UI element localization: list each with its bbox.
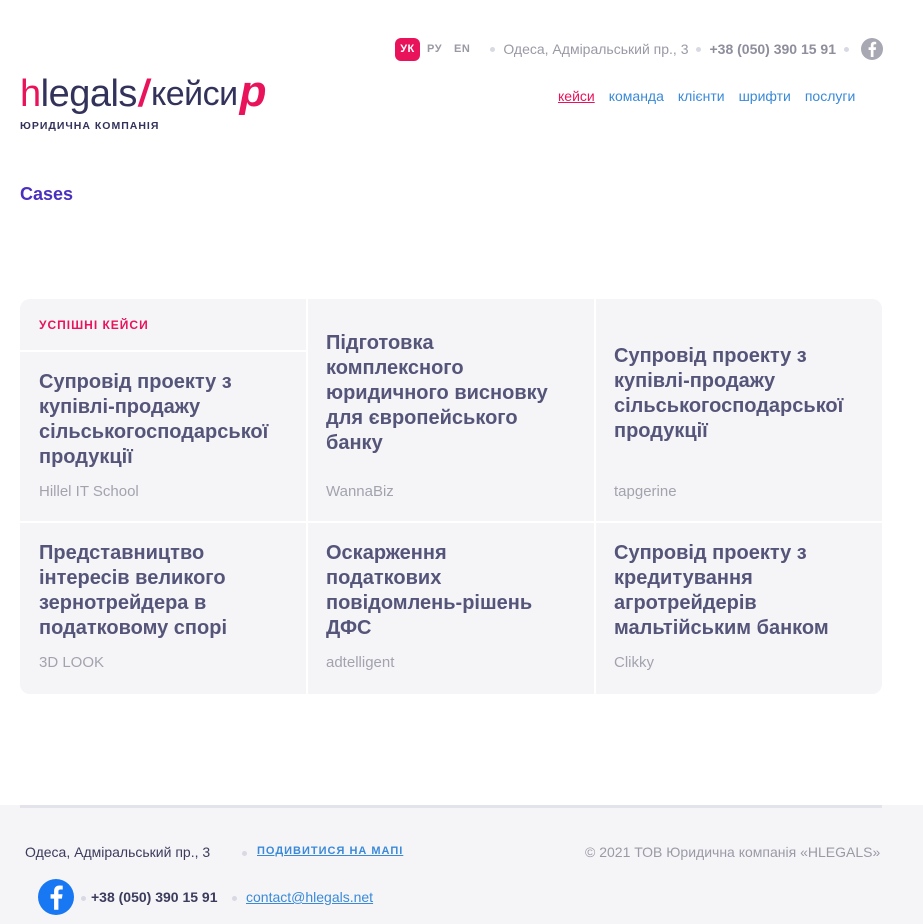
logo-legals: legals	[40, 73, 138, 115]
top-bar: УК РУ EN Одеса, Адміральський пр., 3 +38…	[395, 37, 883, 61]
case-client: Clikky	[614, 654, 654, 671]
logo-h: h	[20, 73, 41, 115]
case-title[interactable]: Супровід проекту з купівлі-продажу сільс…	[39, 370, 294, 470]
nav-cases[interactable]: кейси	[558, 88, 595, 104]
case-title[interactable]: Представництво інтересів великого зернот…	[39, 541, 269, 641]
separator-dot	[81, 896, 86, 901]
cases-grid: УСПІШНІ КЕЙСИ Супровід проекту з купівлі…	[20, 299, 882, 694]
footer-email[interactable]: contact@hlegals.net	[246, 889, 373, 905]
case-title[interactable]: Оскарження податкових повідомлень-рішень…	[326, 541, 561, 641]
nav-services[interactable]: послуги	[805, 88, 855, 104]
logo-slash: /	[135, 73, 152, 115]
case-client: adtelligent	[326, 654, 395, 671]
case-card[interactable]: Супровід проекту з купівлі-продажу сільс…	[20, 352, 306, 521]
logo-p-mark: p	[239, 67, 267, 116]
separator-dot	[843, 46, 849, 52]
facebook-icon[interactable]	[860, 38, 883, 60]
header-phone[interactable]: +38 (050) 390 15 91	[709, 41, 836, 57]
case-title[interactable]: Супровід проекту з купівлі-продажу сільс…	[614, 344, 869, 444]
page-title: Cases	[20, 184, 74, 204]
lang-en[interactable]: EN	[454, 43, 470, 55]
case-title[interactable]: Супровід проекту з кредитування агротрей…	[614, 541, 859, 641]
separator-dot	[242, 851, 247, 856]
footer-divider	[20, 805, 882, 808]
copyright: © 2021 ТОВ Юридична компанія «HLEGALS»	[585, 844, 881, 860]
lang-uk[interactable]: УК	[395, 37, 420, 61]
lang-ru[interactable]: РУ	[427, 43, 442, 55]
site-logo[interactable]: h legals / кейси p ЮРИДИЧНА КОМПАНІЯ	[20, 67, 267, 133]
nav-team[interactable]: команда	[609, 88, 664, 104]
main-nav: кейси команда клієнти шрифти послуги	[558, 88, 869, 104]
case-card[interactable]: Супровід проекту з купівлі-продажу сільс…	[596, 299, 882, 521]
separator-dot	[696, 46, 702, 52]
section-label: УСПІШНІ КЕЙСИ	[39, 318, 149, 332]
case-card[interactable]: Супровід проекту з кредитування агротрей…	[596, 523, 882, 694]
map-link[interactable]: ПОДИВИТИСЯ НА МАПІ	[257, 845, 403, 857]
nav-fonts[interactable]: шрифти	[739, 88, 791, 104]
case-client: WannaBiz	[326, 483, 394, 500]
footer-phone[interactable]: +38 (050) 390 15 91	[91, 889, 218, 905]
footer-address: Одеса, Адміральський пр., 3	[25, 844, 211, 860]
footer: Одеса, Адміральський пр., 3 ПОДИВИТИСЯ Н…	[0, 805, 923, 924]
header-address: Одеса, Адміральський пр., 3	[503, 41, 689, 57]
case-card[interactable]: Представництво інтересів великого зернот…	[20, 523, 306, 694]
case-client: tapgerine	[614, 483, 677, 500]
nav-clients[interactable]: клієнти	[678, 88, 725, 104]
facebook-icon[interactable]	[38, 879, 74, 915]
case-card[interactable]: Підготовка комплексного юридичного висно…	[308, 299, 594, 521]
separator-dot	[490, 46, 496, 52]
case-card[interactable]: Оскарження податкових повідомлень-рішень…	[308, 523, 594, 694]
separator-dot	[232, 896, 237, 901]
case-client: 3D LOOK	[39, 654, 105, 671]
logo-keisy: кейси	[151, 75, 238, 113]
logo-subtitle: ЮРИДИЧНА КОМПАНІЯ	[20, 120, 160, 132]
case-title[interactable]: Підготовка комплексного юридичного висно…	[326, 331, 576, 456]
case-client: Hillel IT School	[39, 483, 139, 500]
